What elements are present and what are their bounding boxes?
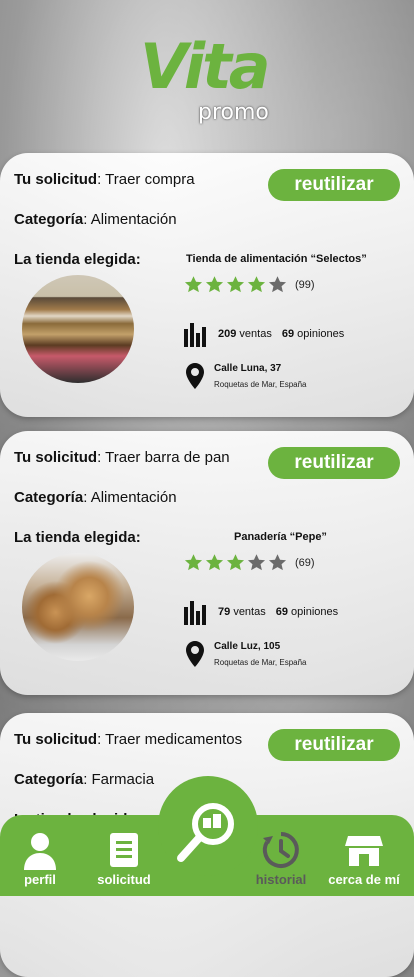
chosen-store-label: La tienda elegida: [14, 529, 141, 546]
request-line: Tu solicitud: Traer barra de pan [14, 449, 230, 466]
sales-count: 209 [218, 328, 237, 340]
request-card: Tu solicitud: Traer compra reutilizar Ca… [0, 153, 414, 417]
opinions-count: 69 [281, 328, 295, 340]
star-icon [247, 276, 266, 293]
star-icon [205, 276, 224, 293]
category-line: Categoría: Alimentación [14, 489, 177, 506]
request-value: : Traer medicamentos [97, 731, 243, 748]
store-name[interactable]: Tienda de alimentación “Selectos” [186, 253, 367, 265]
opinions-label: opiniones [291, 606, 339, 618]
review-count: (69) [295, 556, 315, 569]
category-value: : Alimentación [83, 489, 177, 506]
nav-item-profile[interactable]: perfil [0, 830, 80, 887]
sales-stat: 79 ventas [218, 606, 266, 618]
search-store-icon[interactable] [175, 800, 240, 865]
category-label: Categoría [14, 489, 84, 506]
opinions-stat: 69 opiniones [282, 328, 344, 340]
category-value: : Alimentación [83, 211, 177, 228]
request-card: Tu solicitud: Traer barra de pan reutili… [0, 431, 414, 695]
star-icon [184, 276, 203, 293]
nav-label-profile: perfil [24, 872, 56, 887]
sales-count: 79 [218, 606, 231, 618]
store-icon [345, 836, 383, 866]
nav-item-request[interactable]: solicitud [84, 830, 164, 887]
app-logo: Vita promo [140, 30, 275, 125]
star-icon [205, 554, 224, 571]
address-street: Calle Luz, 105 [214, 641, 281, 652]
history-icon [262, 832, 299, 868]
star-icon [268, 554, 287, 571]
store-address: Calle Luna, 37 Roquetas de Mar, España [186, 363, 307, 389]
address-street: Calle Luna, 37 [214, 363, 282, 374]
location-pin-icon [186, 641, 204, 667]
nav-item-nearby[interactable]: cerca de mí [324, 830, 404, 887]
category-value: : Farmacia [83, 771, 155, 788]
star-rating: (69) [184, 553, 315, 572]
store-address: Calle Luz, 105 Roquetas de Mar, España [186, 641, 307, 667]
star-icon [184, 554, 203, 571]
star-icon [226, 554, 245, 571]
star-rating: (99) [184, 275, 315, 294]
opinions-label: opiniones [297, 328, 345, 340]
request-label: Tu solicitud [14, 731, 98, 748]
bar-chart-icon [184, 323, 206, 347]
request-line: Tu solicitud: Traer medicamentos [14, 731, 242, 748]
nav-item-history[interactable]: historial [241, 830, 321, 887]
user-icon [24, 833, 56, 870]
logo-subtext: promo [198, 100, 269, 125]
request-value: : Traer compra [97, 171, 195, 188]
sales-label: ventas [239, 328, 272, 340]
store-stats: 209 ventas 69 opiniones [184, 321, 344, 347]
address-city: Roquetas de Mar, España [214, 658, 307, 667]
star-icon [268, 276, 287, 293]
review-count: (99) [295, 278, 315, 291]
sales-stat: 209 ventas [218, 328, 272, 340]
store-stats: 79 ventas 69 opiniones [184, 599, 338, 625]
nav-label-history: historial [255, 872, 307, 887]
reuse-button[interactable]: reutilizar [268, 447, 400, 479]
location-pin-icon [186, 363, 204, 389]
request-line: Tu solicitud: Traer compra [14, 171, 195, 188]
request-label: Tu solicitud [14, 449, 98, 466]
star-icon [247, 554, 266, 571]
category-line: Categoría: Farmacia [14, 771, 154, 788]
star-icon [226, 276, 245, 293]
category-label: Categoría [14, 771, 84, 788]
reuse-button[interactable]: reutilizar [268, 169, 400, 201]
bar-chart-icon [184, 601, 206, 625]
store-name[interactable]: Panadería “Pepe” [234, 531, 327, 543]
opinions-count: 69 [275, 606, 288, 618]
logo-text: Vita [140, 30, 271, 103]
store-photo [22, 275, 134, 383]
store-photo [22, 553, 134, 661]
category-line: Categoría: Alimentación [14, 211, 177, 228]
opinions-stat: 69 opiniones [276, 606, 338, 618]
request-value: : Traer barra de pan [97, 449, 230, 466]
nav-label-nearby: cerca de mí [328, 872, 400, 887]
reuse-button[interactable]: reutilizar [268, 729, 400, 761]
list-icon [110, 833, 138, 867]
nav-label-request: solicitud [97, 872, 151, 887]
sales-label: ventas [233, 606, 266, 618]
request-label: Tu solicitud [14, 171, 98, 188]
address-city: Roquetas de Mar, España [214, 380, 307, 389]
category-label: Categoría [14, 211, 84, 228]
chosen-store-label: La tienda elegida: [14, 251, 141, 268]
